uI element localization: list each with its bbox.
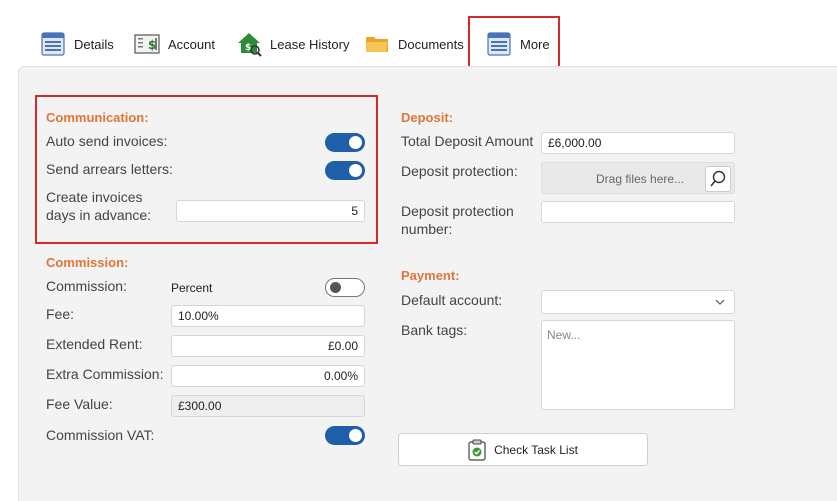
fee-field[interactable]: 10.00% [171,305,365,327]
svg-text:$: $ [245,43,251,53]
check-task-list-label: Check Task List [494,442,578,457]
extra-commission-label: Extra Commission: [46,366,164,382]
commission-title: Commission: [46,255,129,270]
default-account-label: Default account: [401,292,503,308]
tab-lease-history-label: Lease History [270,36,350,52]
dropzone-text: Drag files here... [596,172,685,186]
tab-details-label: Details [74,36,114,52]
extended-rent-field[interactable]: £0.00 [171,335,365,357]
search-icon [710,170,726,187]
send-arrears-letters-toggle[interactable] [325,161,365,180]
communication-title: Communication: [46,110,149,125]
fee-value-label: Fee Value: [46,396,113,412]
details-list-icon [40,31,66,57]
total-deposit-field[interactable]: £6,000.00 [541,132,735,154]
commission-vat-label: Commission VAT: [46,427,155,443]
bank-tags-label: Bank tags: [401,322,468,338]
ledger-dollar-icon: $ [134,31,160,57]
browse-button[interactable] [705,166,731,192]
tab-lease-history[interactable]: $ Lease History [236,28,349,60]
deposit-protection-number-label-line1: Deposit protection [401,203,514,219]
create-invoices-label-line2: days in advance: [46,207,152,223]
payment-title: Payment: [401,268,460,283]
tab-account-label: Account [168,36,215,52]
fee-label: Fee: [46,306,75,322]
folder-icon [364,31,390,57]
deposit-protection-number-field[interactable] [541,201,735,223]
deposit-protection-label: Deposit protection: [401,163,518,179]
total-deposit-label: Total Deposit Amount [401,133,534,149]
commission-mode-text: Percent [171,281,213,295]
commission-vat-toggle[interactable] [325,426,365,445]
tab-account[interactable]: $ Account [134,28,215,60]
auto-send-invoices-toggle[interactable] [325,133,365,152]
commission-mode-toggle[interactable] [325,278,365,297]
commission-label: Commission: [46,278,127,294]
tab-documents-label: Documents [398,36,464,52]
check-task-list-button[interactable]: Check Task List [398,433,648,466]
default-account-select[interactable] [541,290,735,314]
tab-details[interactable]: Details [40,28,114,60]
chevron-down-icon [715,299,725,305]
deposit-protection-number-label-line2: number: [401,221,453,237]
fee-value-field: £300.00 [171,395,365,417]
bank-tags-input[interactable]: New... [541,320,735,410]
tab-documents[interactable]: Documents [364,28,464,60]
tab-more-highlight [468,16,560,72]
deposit-protection-dropzone[interactable]: Drag files here... [541,162,735,194]
create-invoices-days-field[interactable]: 5 [176,200,365,222]
clipboard-check-icon [468,439,486,461]
deposit-title: Deposit: [401,110,453,125]
extended-rent-label: Extended Rent: [46,336,143,352]
house-magnifier-icon: $ [236,31,262,57]
extra-commission-field[interactable]: 0.00% [171,365,365,387]
create-invoices-label-line1: Create invoices [46,189,143,205]
tab-bar: Details $ Account $ Lease History Docume… [0,0,837,72]
send-arrears-letters-label: Send arrears letters: [46,161,173,177]
auto-send-invoices-label: Auto send invoices: [46,133,168,149]
